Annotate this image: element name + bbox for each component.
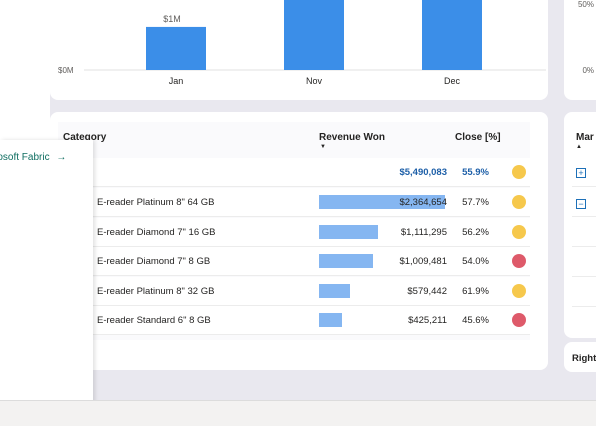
x-tick-label: Jan — [169, 76, 184, 86]
table-row[interactable]: E-reader Platinum 8" 32 GB $579,442 61.9% — [58, 276, 530, 306]
table-total-row[interactable]: evices $5,490,083 55.9% — [58, 158, 530, 187]
row-category: E-reader Platinum 8" 32 GB — [97, 285, 215, 297]
row-revenue: $425,211 — [408, 315, 447, 326]
table-row[interactable]: E-reader Diamond 7" 8 GB $1,009,481 54.0% — [58, 247, 530, 276]
y-tick-label: $0M — [58, 66, 74, 75]
revenue-bar-chart-card: Jan $1M Nov Dec $0M — [50, 0, 548, 100]
table-row[interactable]: E-reader Standard 6" 8 GB $425,211 45.6% — [58, 306, 530, 335]
table-row[interactable]: E-reader Platinum 8" 64 GB $2,364,654 57.7… — [58, 188, 530, 217]
sort-descending-icon[interactable]: ▼ — [320, 144, 326, 150]
revenue-data-bar — [319, 313, 342, 327]
row-close-percent: 56.2% — [462, 226, 489, 238]
secondary-card: Right — [564, 342, 596, 372]
arrow-right-icon: → — [56, 152, 67, 163]
y-tick-label: 0% — [582, 66, 594, 75]
secondary-table-card: Mar ▲ + − — [564, 112, 596, 338]
sort-ascending-icon[interactable]: ▲ — [576, 144, 582, 150]
row-divider — [572, 306, 596, 307]
row-revenue: $2,364,654 — [399, 197, 447, 208]
category-table-card: Category Revenue Won ▼ Close [%] evices … — [50, 112, 548, 370]
revenue-data-bar — [319, 254, 373, 268]
bar-jan[interactable] — [146, 26, 206, 70]
row-category: E-reader Standard 6" 8 GB — [97, 315, 211, 326]
column-header-revenue-won[interactable]: Revenue Won — [319, 132, 385, 143]
status-indicator-icon — [512, 195, 526, 209]
row-close-percent: 61.9% — [462, 285, 489, 297]
revenue-data-bar — [319, 283, 350, 298]
card-title: Right — [572, 353, 596, 364]
status-indicator-icon — [512, 313, 526, 327]
column-header-partial[interactable]: Mar — [576, 132, 594, 143]
row-category: E-reader Diamond 7" 16 GB — [97, 226, 216, 238]
status-indicator-icon — [512, 283, 526, 298]
microsoft-fabric-link[interactable]: rosoft Fabric → — [0, 152, 66, 163]
x-tick-label: Nov — [306, 76, 323, 86]
navigation-flyout: rosoft Fabric → s — [0, 140, 93, 426]
y-tick-label: 50% — [577, 0, 594, 9]
status-indicator-icon — [512, 254, 526, 268]
status-indicator-icon — [512, 165, 526, 179]
row-category: E-reader Diamond 7" 8 GB — [97, 256, 211, 267]
link-label: rosoft Fabric — [0, 152, 50, 163]
total-revenue: $5,490,083 — [399, 167, 447, 178]
row-divider — [572, 246, 596, 247]
bar-dec[interactable] — [422, 0, 482, 70]
page-tabs-bar — [0, 400, 596, 426]
row-divider — [572, 216, 596, 217]
row-divider — [572, 186, 596, 187]
data-label: $1M — [163, 14, 181, 24]
row-close-percent: 45.6% — [462, 315, 489, 326]
row-divider — [572, 276, 596, 277]
row-revenue: $1,009,481 — [399, 256, 447, 267]
status-indicator-icon — [512, 224, 526, 239]
revenue-bar-chart: Jan $1M Nov Dec $0M — [58, 0, 546, 86]
column-header-close[interactable]: Close [%] — [455, 132, 501, 143]
x-tick-label: Dec — [444, 76, 461, 86]
row-close-percent: 54.0% — [462, 256, 489, 267]
table-row[interactable]: E-reader Diamond 7" 16 GB $1,111,295 56.2% — [58, 217, 530, 247]
sidebar — [0, 0, 50, 140]
expand-plus-icon[interactable]: + — [576, 168, 586, 178]
row-revenue: $579,442 — [407, 285, 447, 297]
row-close-percent: 57.7% — [462, 197, 489, 208]
collapse-minus-icon[interactable]: − — [576, 199, 586, 209]
row-revenue: $1,111,295 — [400, 226, 447, 238]
close-rate-chart-card: 50% 0% — [564, 0, 596, 100]
revenue-data-bar — [319, 224, 379, 239]
row-category: E-reader Platinum 8" 64 GB — [97, 197, 215, 208]
total-close: 55.9% — [462, 167, 489, 178]
bar-nov[interactable] — [284, 0, 344, 70]
